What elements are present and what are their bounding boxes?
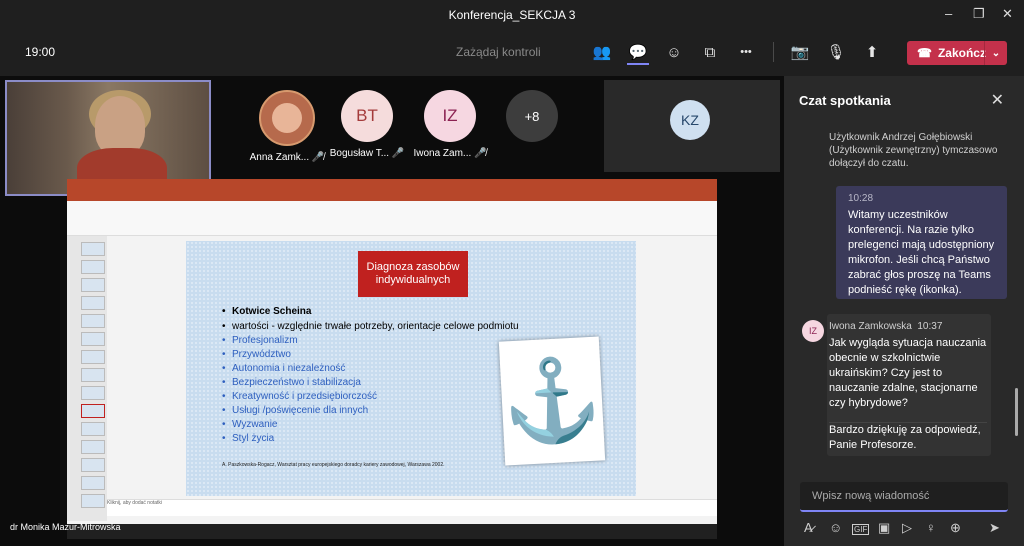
presenter-name: dr Monika Mazur-Mitrowska (10, 522, 121, 532)
chat-message-iz: Iwona Zamkowska 10:37 Jak wygląda sytuac… (827, 314, 991, 456)
reactions-icon[interactable]: ☺ (663, 41, 685, 63)
message-text: Jak wygląda sytuacja nauczania obecnie w… (829, 337, 987, 409)
more-icon[interactable]: ••• (735, 41, 757, 63)
message-text: Bardzo dziękuję za odpowiedź, Panie Prof… (829, 422, 987, 453)
slide-reference: A. Paszkowska-Rogacz, Warsztat pracy eur… (222, 462, 445, 468)
chat-scrollbar[interactable] (1015, 388, 1018, 436)
share-screen-icon[interactable]: ⬆ (861, 41, 883, 63)
sender-name: Iwona Zamkowska (829, 321, 912, 332)
system-message: Użytkownik Andrzej Gołębiowski (Użytkown… (829, 132, 998, 169)
shared-screen: Diagnoza zasobów indywidualnych • Kotwice… (67, 179, 717, 539)
bullet: Bezpieczeństwo i stabilizacja (232, 377, 361, 388)
more-participants[interactable]: +8 (487, 90, 577, 142)
windows-taskbar (67, 524, 717, 539)
chat-message-own: 10:28 Witamy uczestników konferencji. Na… (836, 186, 1007, 299)
slide-thumbnails (67, 236, 107, 521)
message-text: Witamy uczestników konferencji. Na razie… (848, 209, 995, 296)
ppt-ribbon (67, 201, 717, 236)
avatar: IZ (802, 320, 824, 342)
ppt-menu (67, 189, 717, 201)
current-slide: Diagnoza zasobów indywidualnych • Kotwice… (186, 241, 636, 496)
gif-icon[interactable]: GIF (852, 524, 870, 535)
meeting-stage: Anna Zamk... 🎤̸ BT Bogusław T... 🎤 IZ Iw… (0, 76, 784, 546)
avatar: KZ (670, 100, 710, 140)
chat-icon[interactable]: 💬 (627, 41, 649, 65)
slide-title: Diagnoza zasobów indywidualnych (358, 251, 468, 297)
bullet: Kotwice Scheina (232, 306, 312, 317)
request-control-button[interactable]: Zażądaj kontroli (456, 45, 541, 59)
participant-name: Iwona Zam... (413, 148, 472, 159)
meeting-timer: 19:00 (25, 45, 56, 59)
avatar: IZ (424, 90, 476, 142)
chat-panel: Czat spotkania ✕ Użytkownik Andrzej Gołę… (784, 76, 1024, 546)
more-options-icon[interactable]: ⊕ (950, 520, 961, 536)
bullet: Kreatywność i przedsiębiorczość (232, 391, 378, 402)
avatar: BT (341, 90, 393, 142)
mic-muted-icon: 🎤̸ (474, 148, 487, 159)
participant-name: Bogusław T... (329, 148, 390, 159)
bullet: Autonomia i niezależność (232, 363, 346, 374)
send-icon[interactable]: ➤ (989, 520, 1000, 536)
participant-iz[interactable]: IZ Iwona Zam... 🎤̸ (405, 90, 495, 159)
emoji-icon[interactable]: ☺ (829, 520, 842, 535)
bullet: Wyzwanie (232, 419, 278, 430)
people-icon[interactable]: 👥 (591, 41, 613, 63)
window-title: Konferencja_SEKCJA 3 (448, 8, 576, 22)
more-count-badge: +8 (506, 90, 558, 142)
minimize-icon[interactable]: – (945, 6, 952, 21)
end-call-label: Zakończ (937, 46, 986, 60)
message-input-box (800, 482, 1008, 512)
bullet: Profesjonalizm (232, 335, 298, 346)
format-icon[interactable]: A̷ (804, 520, 813, 535)
notes-pane[interactable]: Kliknij, aby dodać notatki (107, 499, 717, 516)
phone-icon: ☎ (917, 46, 932, 60)
ppt-titlebar (67, 179, 717, 189)
praise-icon[interactable]: ♀ (926, 520, 936, 535)
sticker-icon[interactable]: ▣ (878, 520, 890, 536)
bullet: Styl życia (232, 433, 275, 444)
close-chat-icon[interactable]: ✕ (991, 90, 1004, 110)
participant-anna[interactable]: Anna Zamk... 🎤̸ (242, 90, 332, 163)
message-time: 10:28 (848, 193, 874, 204)
avatar (259, 90, 315, 146)
bullet: wartości - względnie trwałe potrzeby, or… (232, 321, 519, 332)
close-window-icon[interactable]: ✕ (1002, 6, 1013, 22)
title-bar: Konferencja_SEKCJA 3 – ❐ ✕ (0, 0, 1024, 30)
message-time: 10:37 (917, 321, 943, 332)
chevron-down-icon[interactable]: ⌄ (984, 41, 1007, 65)
participant-kz[interactable]: KZ (604, 80, 780, 172)
bullet: Usługi /poświęcenie dla innych (232, 405, 369, 416)
meet-now-icon[interactable]: ▷ (902, 520, 912, 536)
anchor-icon: ⚓ (498, 336, 606, 466)
maximize-icon[interactable]: ❐ (973, 6, 985, 22)
camera-off-icon[interactable]: 📷 (789, 41, 811, 63)
message-input[interactable] (800, 482, 1008, 510)
bullet: Przywództwo (232, 349, 291, 360)
participant-bt[interactable]: BT Bogusław T... 🎤 (322, 90, 412, 159)
mic-icon: 🎤 (391, 148, 405, 159)
participant-name: Anna Zamk... (249, 152, 310, 163)
mic-off-icon[interactable]: 🎙 (825, 41, 847, 63)
meeting-toolbar: 19:00 Zażądaj kontroli 👥 💬 ☺ ⧉ ••• 📷 🎙 ⬆… (0, 30, 1024, 76)
chat-header: Czat spotkania (799, 93, 891, 108)
breakout-rooms-icon[interactable]: ⧉ (699, 41, 721, 63)
end-call-button[interactable]: ☎ Zakończ ⌄ (907, 41, 1007, 65)
